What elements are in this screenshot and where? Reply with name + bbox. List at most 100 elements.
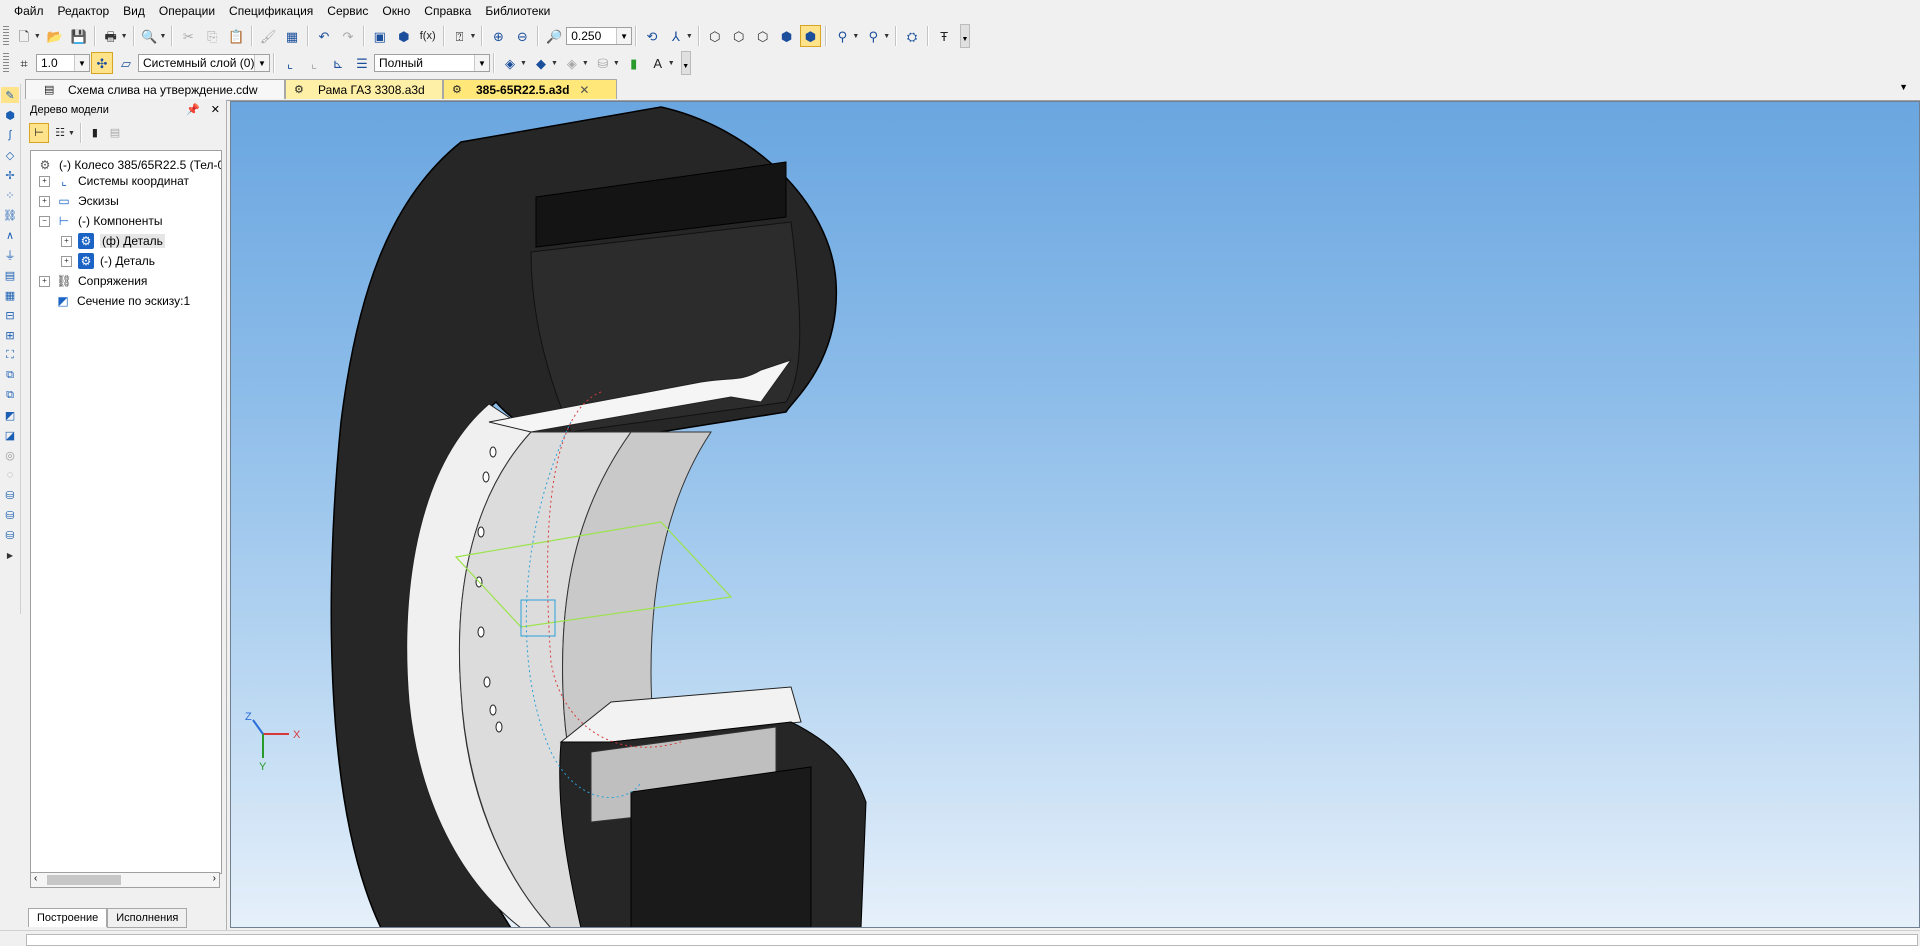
close-icon[interactable]: ✕ <box>211 104 220 116</box>
horizontal-scrollbar[interactable]: ‹ › <box>30 872 220 888</box>
toolbar-grip[interactable] <box>3 53 9 73</box>
help-dropdown-icon[interactable]: ▼ <box>470 33 477 40</box>
macro-icon[interactable]: ⛁ <box>1 527 19 543</box>
tree-item-components[interactable]: − ⊢ (-) Компоненты <box>39 211 162 231</box>
measure-icon[interactable]: ⛭ <box>901 25 923 47</box>
close-icon[interactable]: ✕ <box>579 83 589 97</box>
local-cs-icon[interactable]: ⌞ <box>279 52 301 74</box>
menu-editor[interactable]: Редактор <box>51 0 117 22</box>
chevron-down-icon[interactable]: ▼ <box>616 28 632 44</box>
hidden-lines-icon[interactable]: ⬡ <box>728 25 750 47</box>
library-icon[interactable]: ⛁ <box>1 487 19 503</box>
tree-item-part-2[interactable]: + ⚙ (-) Деталь <box>61 251 155 271</box>
menu-window[interactable]: Окно <box>375 0 417 22</box>
text-style-icon[interactable]: Ŧ <box>933 25 955 47</box>
section-icon[interactable]: ◩ <box>1 407 19 423</box>
tab-variants[interactable]: Исполнения <box>107 908 188 928</box>
toolbar-overflow-icon[interactable]: ▼ <box>960 24 970 48</box>
material-icon[interactable]: ◈ <box>499 52 521 74</box>
layer-combo[interactable]: Системный слой (0) ▼ <box>138 54 270 72</box>
toolbar-grip[interactable] <box>3 26 9 46</box>
menu-operations[interactable]: Операции <box>152 0 222 22</box>
display-icon[interactable]: ⛁ <box>592 52 614 74</box>
cs-list-icon[interactable]: ⌞ <box>303 52 325 74</box>
mate-icon[interactable]: ⧉ <box>1 387 19 403</box>
tree-item-part-1[interactable]: + ⚙ (ф) Деталь <box>61 231 165 251</box>
halftone-edges-icon[interactable]: ⬢ <box>799 25 822 47</box>
tree-item-coordinate-systems[interactable]: + ⌞ Системы координат <box>39 171 189 191</box>
measurements-icon[interactable]: ▤ <box>1 267 19 283</box>
view-tool-icon[interactable]: ◎ <box>1 447 19 463</box>
thin-hidden-lines-icon[interactable]: ⬡ <box>752 25 774 47</box>
scroll-right-icon[interactable]: › <box>213 873 216 884</box>
variables-fx-icon[interactable]: f(x) <box>417 25 439 47</box>
menu-view[interactable]: Вид <box>116 0 152 22</box>
wireframe-icon[interactable]: ⬡ <box>704 25 726 47</box>
model-viewport[interactable]: X Y Z <box>230 101 1920 928</box>
auxiliary-geometry-icon[interactable]: ✢ <box>1 167 19 183</box>
orientation-list-icon[interactable]: ☰ <box>351 52 373 74</box>
filter-icon[interactable]: ⚲ <box>831 25 853 47</box>
scroll-left-icon[interactable]: ‹ <box>34 873 37 884</box>
insert-icon[interactable]: ⧉ <box>1 367 19 383</box>
help-pointer-icon[interactable]: ⍰ <box>449 25 471 47</box>
tab-frame-assembly[interactable]: ⚙ Рама ГАЗ 3308.a3d <box>285 79 443 99</box>
halftone-icon[interactable]: ⬢ <box>776 25 798 47</box>
variant-icon[interactable]: ▮ <box>623 52 645 74</box>
format-brush-icon[interactable]: 🖌 <box>257 25 279 47</box>
style-combo[interactable]: Полный ▼ <box>374 54 490 72</box>
color-dropdown-icon[interactable]: ▼ <box>551 60 558 67</box>
properties-icon[interactable]: ▦ <box>281 25 303 47</box>
plane-icon[interactable]: ⊾ <box>327 52 349 74</box>
save-icon[interactable]: 💾 <box>68 25 90 47</box>
cut-icon[interactable]: ✂ <box>177 25 199 47</box>
filter-dropdown-icon[interactable]: ▼ <box>852 33 859 40</box>
step-cursor-icon[interactable]: ⌗ <box>13 52 35 74</box>
preview-dropdown-icon[interactable]: ▼ <box>159 33 166 40</box>
assembly-icon[interactable]: ⛶ <box>1 347 19 363</box>
undo-icon[interactable]: ↶ <box>313 25 335 47</box>
chevron-down-icon[interactable]: ▼ <box>74 55 89 71</box>
expand-icon[interactable]: + <box>61 235 72 247</box>
expand-panel-icon[interactable]: ▶ <box>1 547 19 563</box>
text-dropdown-icon[interactable]: ▼ <box>668 60 675 67</box>
dimensions-icon[interactable]: ∧ <box>1 227 19 243</box>
tree-properties-icon[interactable]: ▮ <box>86 124 104 142</box>
collapse-icon[interactable]: − <box>39 215 50 227</box>
view-mode-dropdown-icon[interactable]: ▼ <box>68 130 75 137</box>
zoom-window-icon[interactable]: ⊕ <box>487 25 509 47</box>
tree-structure-icon[interactable]: ⊢ <box>29 123 49 143</box>
array-icon[interactable]: ⁘ <box>1 187 19 203</box>
tab-construction[interactable]: Построение <box>28 908 108 927</box>
expand-icon[interactable]: + <box>39 195 50 207</box>
lighting-icon[interactable]: ◌ <box>1 467 19 483</box>
layer-icon[interactable]: ▱ <box>115 52 137 74</box>
preview-icon[interactable]: 🔍 <box>139 25 161 47</box>
copy-icon[interactable]: ⎘ <box>201 25 223 47</box>
orientation-icon[interactable]: ⅄ <box>665 25 687 47</box>
new-dropdown-icon[interactable]: ▼ <box>34 33 41 40</box>
selection-dropdown-icon[interactable]: ▼ <box>883 33 890 40</box>
menu-specification[interactable]: Спецификация <box>222 0 320 22</box>
step-combo[interactable]: 1.0 ▼ <box>36 54 90 72</box>
expand-icon[interactable]: + <box>39 175 50 187</box>
tree-item-section[interactable]: ◩ Сечение по эскизу:1 <box>55 291 190 311</box>
print-dropdown-icon[interactable]: ▼ <box>121 33 128 40</box>
new-document-icon[interactable]: 🗋 <box>13 25 35 47</box>
tree-item-sketches[interactable]: + ▭ Эскизы <box>39 191 119 211</box>
expand-icon[interactable]: + <box>61 255 72 267</box>
open-folder-icon[interactable]: 📂 <box>44 25 66 47</box>
color-icon[interactable]: ◆ <box>530 52 552 74</box>
expand-icon[interactable]: + <box>39 275 50 287</box>
print-icon[interactable]: 🖶 <box>100 25 122 47</box>
text-icon[interactable]: A <box>647 52 669 74</box>
reports-icon[interactable]: ⊟ <box>1 307 19 323</box>
zoom-out-icon[interactable]: ⊖ <box>511 25 533 47</box>
toolbar2-overflow-icon[interactable]: ▼ <box>680 51 691 75</box>
ortho-mode-icon[interactable]: ✣ <box>91 52 113 74</box>
selection-icon[interactable]: ⚲ <box>862 25 884 47</box>
tabs-menu-icon[interactable]: ▼ <box>1899 82 1908 92</box>
zoom-scale-icon[interactable]: 🔎 <box>543 25 565 47</box>
menu-service[interactable]: Сервис <box>320 0 375 22</box>
tree-item-mates[interactable]: + ⛓ Сопряжения <box>39 271 147 291</box>
